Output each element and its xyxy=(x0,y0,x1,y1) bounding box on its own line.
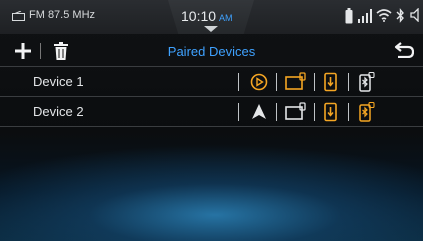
row-divider xyxy=(314,103,315,121)
phone-icon[interactable] xyxy=(321,72,341,92)
carplay-icon[interactable] xyxy=(249,72,269,92)
android-auto-icon[interactable] xyxy=(249,102,269,122)
page-title: Paired Devices xyxy=(167,44,256,59)
row-divider xyxy=(314,73,315,91)
device-row-1[interactable]: Device 1 xyxy=(0,67,423,97)
row-divider xyxy=(348,103,349,121)
bluetooth-audio-icon[interactable] xyxy=(357,72,377,92)
status-bar: FM 87.5 MHz 10:10 AM xyxy=(0,0,423,34)
clock-ampm: AM xyxy=(219,13,233,23)
volume-icon[interactable] xyxy=(410,8,422,22)
device-row-2[interactable]: Device 2 xyxy=(0,97,423,127)
bluetooth-icon xyxy=(396,8,404,23)
row-divider xyxy=(238,103,239,121)
battery-icon xyxy=(345,8,353,24)
clock: 10:10 AM xyxy=(181,8,233,24)
signal-icon xyxy=(358,9,372,23)
row-divider xyxy=(238,73,239,91)
divider xyxy=(0,126,423,127)
device-name: Device 1 xyxy=(33,74,84,89)
screen-background: FM 87.5 MHz 10:10 AM Paired Devices Devi… xyxy=(0,0,423,241)
phone-screen-icon[interactable] xyxy=(285,102,307,122)
clock-time: 10:10 xyxy=(181,8,217,24)
radio-source-label[interactable]: FM 87.5 MHz xyxy=(29,9,95,21)
device-name: Device 2 xyxy=(33,104,84,119)
wifi-icon xyxy=(376,9,392,22)
phone-screen-icon[interactable] xyxy=(285,72,307,92)
bluetooth-audio-icon[interactable] xyxy=(357,102,377,122)
row-divider xyxy=(276,103,277,121)
radio-icon xyxy=(12,11,25,21)
row-divider xyxy=(348,73,349,91)
row-divider xyxy=(276,73,277,91)
phone-icon[interactable] xyxy=(321,102,341,122)
